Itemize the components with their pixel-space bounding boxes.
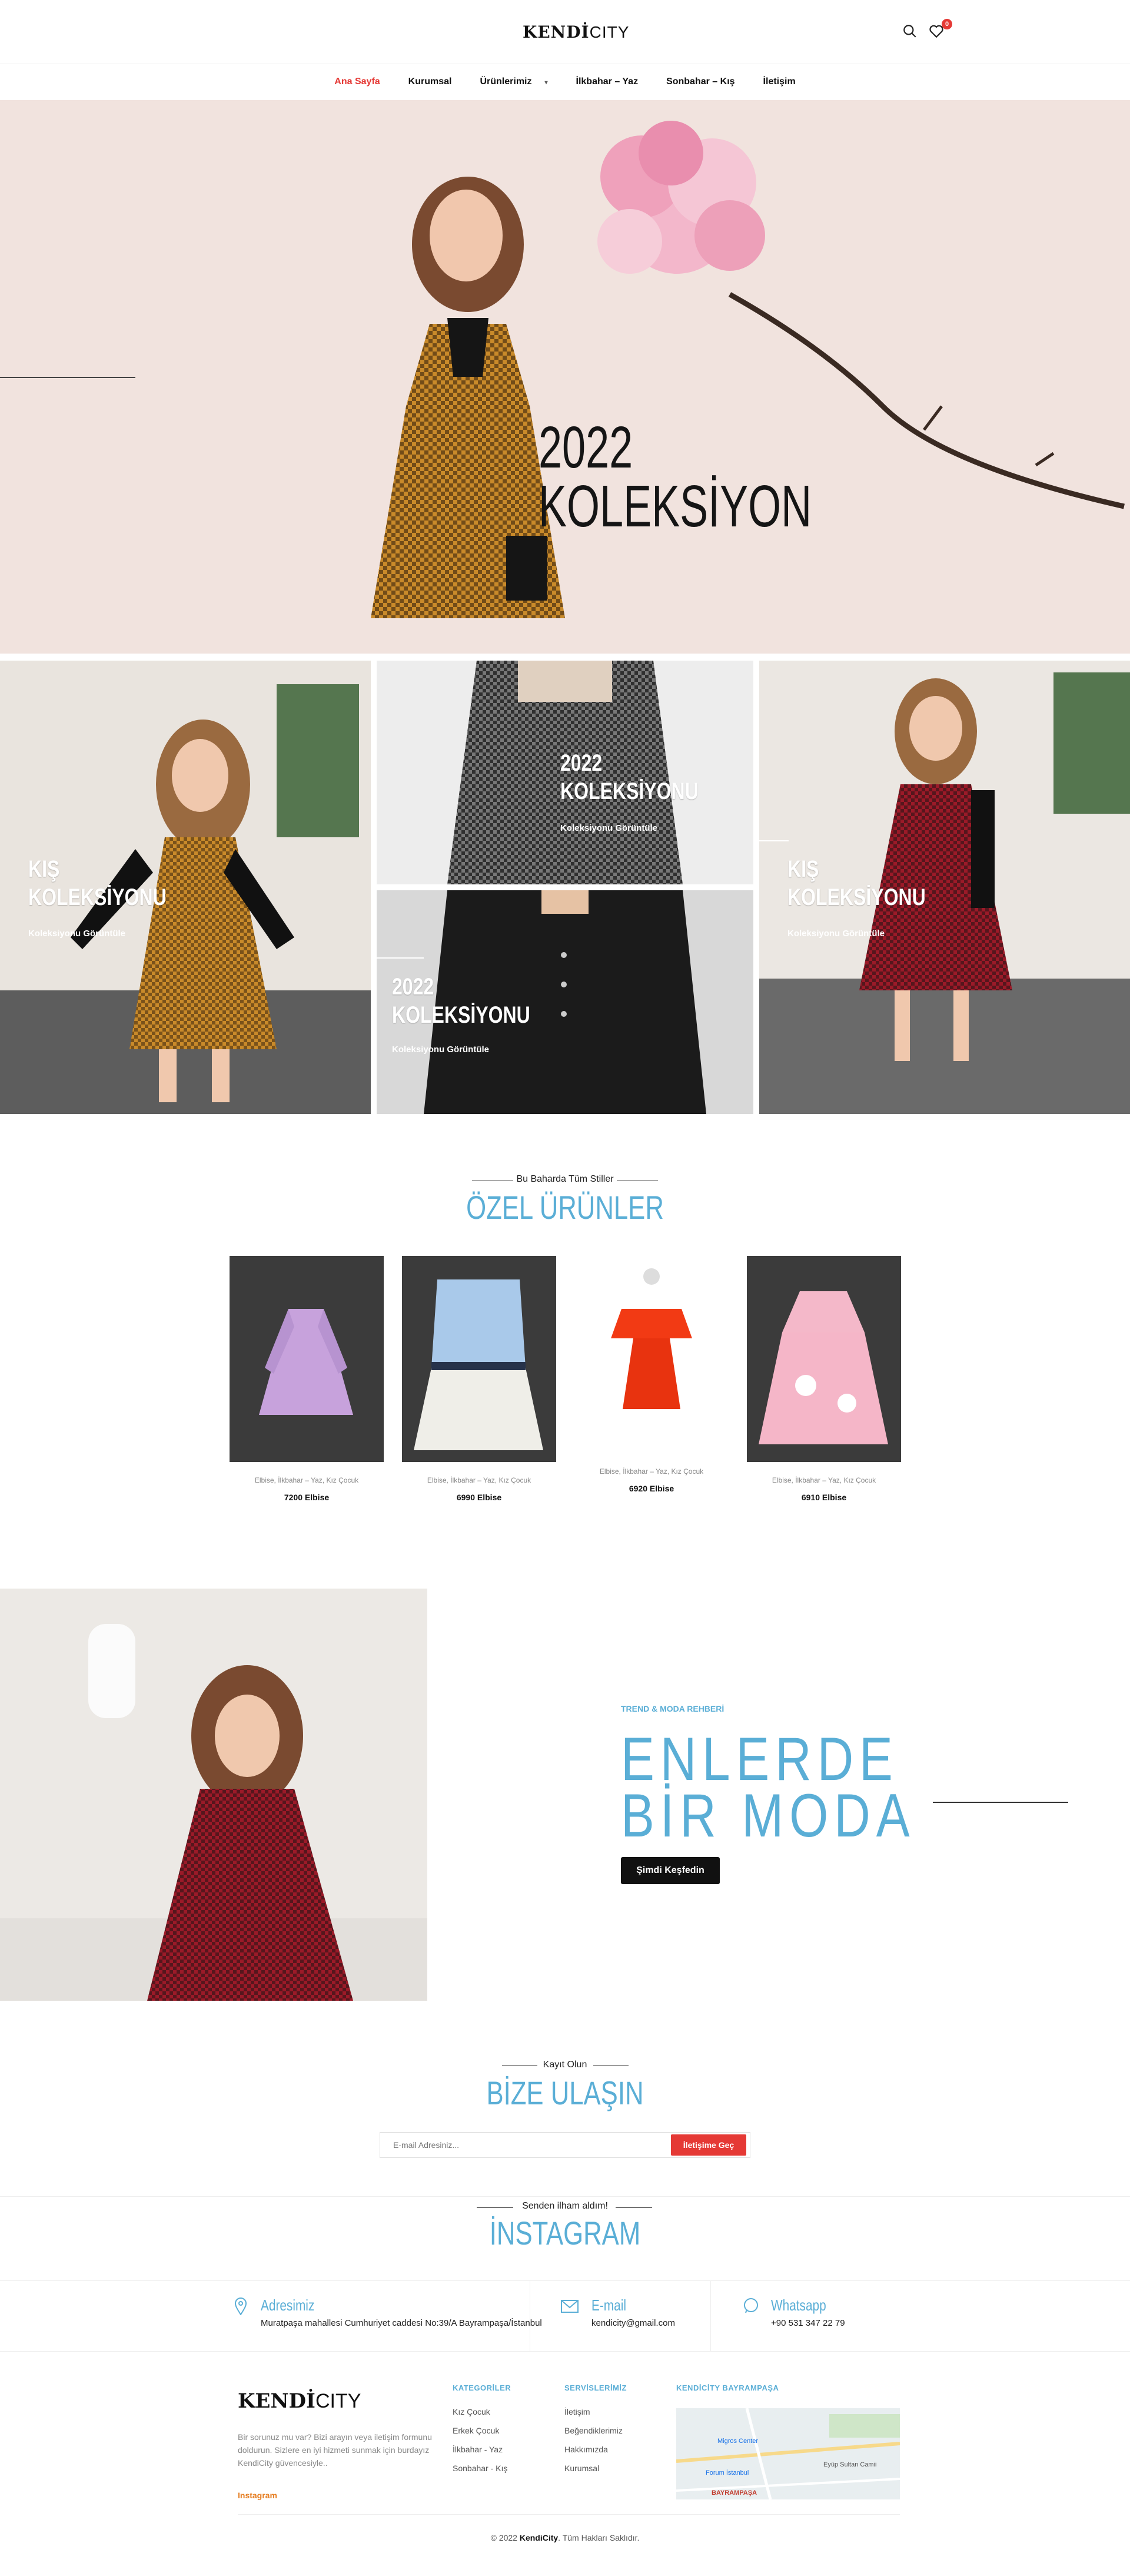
product-name[interactable]: 7200 Elbise: [230, 1493, 384, 1502]
footer-about: Bir sorunuz mu var? Bizi arayın veya ile…: [238, 2432, 432, 2468]
contact-kicker: Kayıt Olun: [543, 2060, 587, 2070]
featured-kicker: Bu Baharda Tüm Stiller: [516, 1174, 614, 1184]
footer-col3-title: KENDİCİTY BAYRAMPAŞA: [676, 2383, 779, 2392]
nav-item-home[interactable]: Ana Sayfa: [334, 77, 380, 87]
footer-link[interactable]: İlkbahar - Yaz: [453, 2442, 507, 2456]
collection-link[interactable]: Koleksiyonu Görüntüle: [28, 929, 125, 939]
product-name[interactable]: 6920 Elbise: [574, 1484, 729, 1493]
product-category[interactable]: Elbise, İlkbahar – Yaz, Kız Çocuk: [574, 1467, 729, 1476]
email-text[interactable]: kendicity@gmail.com: [591, 2318, 675, 2328]
address-text: Muratpaşa mahallesi Cumhuriyet caddesi N…: [261, 2318, 542, 2328]
mail-icon: [561, 2300, 579, 2313]
collection-title: 2022 KOLEKSİYONU: [560, 750, 699, 804]
collection-divider: [377, 957, 424, 959]
footer-col1-title: KATEGORİLER: [453, 2383, 511, 2392]
nav-item-products-label: Ürünlerimiz: [480, 77, 532, 87]
footer-instagram-link[interactable]: Instagram: [238, 2491, 277, 2500]
product-image[interactable]: [402, 1256, 556, 1462]
collection-link[interactable]: Koleksiyonu Görüntüle: [560, 823, 657, 833]
site-header: KENDİCITY 0: [0, 0, 1130, 64]
nav-item-products[interactable]: Ürünlerimiz ▾: [480, 77, 547, 87]
collection-tile-2022-bottom[interactable]: 2022 KOLEKSİYONU Koleksiyonu Görüntüle: [377, 890, 753, 1114]
chevron-down-icon: ▾: [544, 79, 548, 86]
collection-link[interactable]: Koleksiyonu Görüntüle: [787, 929, 885, 939]
map-label: Forum İstanbul: [706, 2469, 749, 2476]
location-icon: [234, 2297, 247, 2315]
collection-tile-winter-right[interactable]: KIŞ KOLEKSİYONU Koleksiyonu Görüntüle: [759, 661, 1130, 1114]
product-card[interactable]: Elbise, İlkbahar – Yaz, Kız Çocuk 7200 E…: [230, 1256, 384, 1502]
footer-col1: Kız Çocuk Erkek Çocuk İlkbahar - Yaz Son…: [453, 2405, 507, 2475]
footer-divider: [238, 2514, 900, 2515]
product-image[interactable]: [747, 1256, 901, 1462]
footer-link[interactable]: Kız Çocuk: [453, 2405, 507, 2419]
product-card[interactable]: Elbise, İlkbahar – Yaz, Kız Çocuk 6990 E…: [402, 1256, 556, 1502]
main-nav: Ana Sayfa Kurumsal Ürünlerimiz ▾ İlkbahar…: [0, 64, 1130, 101]
footer-link[interactable]: Sonbahar - Kış: [453, 2461, 507, 2475]
footer-link[interactable]: Kurumsal: [564, 2461, 623, 2475]
product-name[interactable]: 6990 Elbise: [402, 1493, 556, 1502]
nav-item-autumn-winter[interactable]: Sonbahar – Kış: [666, 77, 734, 87]
logo[interactable]: KENDİCITY: [523, 22, 629, 42]
email-title: E-mail: [591, 2296, 626, 2314]
footer-col2-title: SERVİSLERİMİZ: [564, 2383, 627, 2392]
collection-title: KIŞ KOLEKSİYONU: [28, 856, 167, 910]
footer-link[interactable]: Hakkımızda: [564, 2442, 623, 2456]
collection-tile-2022-top[interactable]: 2022 KOLEKSİYONU Koleksiyonu Görüntüle: [377, 661, 753, 884]
discover-button[interactable]: Şimdi Keşfedin: [621, 1857, 720, 1884]
footer-logo[interactable]: KENDİCITY: [238, 2389, 361, 2413]
hero-banner[interactable]: 2022 KOLEKSİYON: [0, 100, 1130, 654]
footer-col2: İletişim Beğendiklerimiz Hakkımızda Kuru…: [564, 2405, 623, 2475]
whatsapp-title: Whatsapp: [771, 2296, 826, 2314]
map-label: Eyüp Sultan Camii: [823, 2461, 877, 2468]
address-title: Adresimiz: [261, 2296, 315, 2314]
featured-title: ÖZEL ÜRÜNLER: [466, 1189, 664, 1226]
hero-title-line2: KOLEKSİYON: [539, 473, 812, 539]
product-category[interactable]: Elbise, İlkbahar – Yaz, Kız Çocuk: [747, 1476, 901, 1484]
copyright: © 2022 KendiCity. Tüm Hakları Saklıdır.: [490, 2533, 640, 2542]
footer-link[interactable]: Erkek Çocuk: [453, 2424, 507, 2438]
location-map[interactable]: Migros Center Forum İstanbul BAYRAMPAŞA …: [676, 2408, 900, 2499]
instagram-title[interactable]: İNSTAGRAM: [124, 2214, 1006, 2252]
whatsapp-text[interactable]: +90 531 347 22 79: [771, 2318, 845, 2328]
collection-tile-winter-left[interactable]: KIŞ KOLEKSİYONU Koleksiyonu Görüntüle: [0, 661, 371, 1114]
product-name[interactable]: 6910 Elbise: [747, 1493, 901, 1502]
nav-item-contact[interactable]: İletişim: [763, 77, 796, 87]
section-divider: [0, 2196, 1130, 2197]
map-label: BAYRAMPAŞA: [712, 2489, 757, 2497]
nav-item-spring-summer[interactable]: İlkbahar – Yaz: [576, 77, 639, 87]
info-divider: [710, 2280, 711, 2351]
footer-link[interactable]: İletişim: [564, 2405, 623, 2419]
contact-title: BİZE ULAŞIN: [486, 2074, 644, 2111]
wishlist-count-badge: 0: [942, 19, 952, 29]
instagram-kicker: Senden ilham aldım!: [522, 2201, 608, 2211]
promo-divider: [933, 1802, 1068, 1803]
product-category[interactable]: Elbise, İlkbahar – Yaz, Kız Çocuk: [402, 1476, 556, 1484]
product-card[interactable]: Elbise, İlkbahar – Yaz, Kız Çocuk 6920 E…: [574, 1256, 729, 1493]
contact-submit-button[interactable]: İletişime Geç: [671, 2134, 746, 2156]
collection-divider: [759, 840, 789, 841]
search-icon[interactable]: [902, 24, 918, 39]
promo-kicker: TREND & MODA REHBERİ: [621, 1704, 724, 1713]
whatsapp-icon: [744, 2298, 758, 2313]
promo-image: [0, 1589, 427, 2001]
collection-title: 2022 KOLEKSİYONU: [392, 974, 530, 1028]
promo-title: ENLERDE BİR MODA: [621, 1725, 916, 1850]
product-card[interactable]: Elbise, İlkbahar – Yaz, Kız Çocuk 6910 E…: [747, 1256, 901, 1502]
product-category[interactable]: Elbise, İlkbahar – Yaz, Kız Çocuk: [230, 1476, 384, 1484]
footer-link[interactable]: Beğendiklerimiz: [564, 2424, 623, 2438]
section-divider: [0, 2351, 1130, 2352]
hero-title-line1: 2022: [539, 415, 633, 480]
collection-title: KIŞ KOLEKSİYONU: [787, 856, 926, 910]
product-image[interactable]: [230, 1256, 384, 1462]
hero-title: 2022 KOLEKSİYON: [539, 418, 812, 536]
collection-link[interactable]: Koleksiyonu Görüntüle: [392, 1045, 489, 1055]
hero-divider: [0, 377, 135, 378]
map-label: Migros Center: [717, 2438, 759, 2445]
nav-item-corporate[interactable]: Kurumsal: [408, 77, 452, 87]
section-divider: [0, 2280, 1130, 2281]
product-image[interactable]: [574, 1256, 729, 1453]
hero-image: [371, 121, 1125, 618]
